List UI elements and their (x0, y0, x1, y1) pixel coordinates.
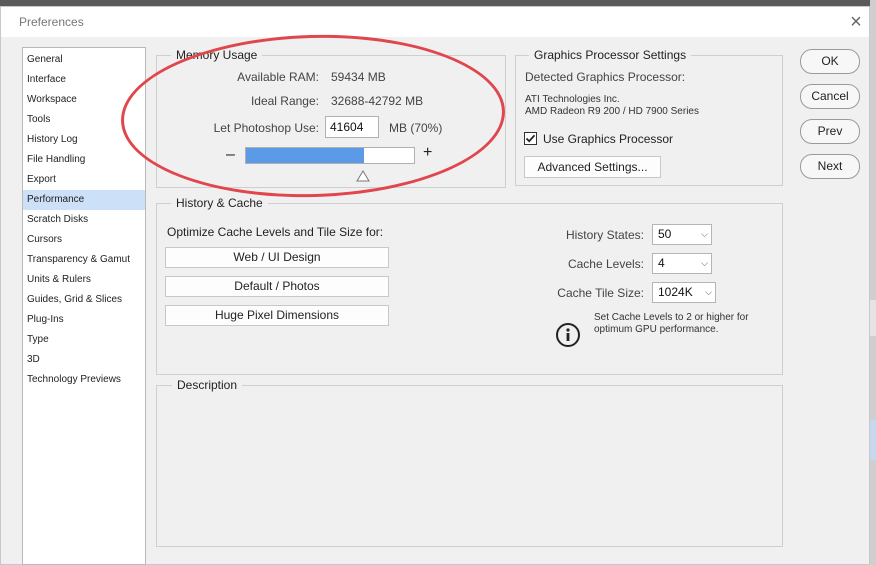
ok-button[interactable]: OK (800, 49, 860, 74)
nav-item-interface[interactable]: Interface (23, 70, 145, 90)
chevron-down-icon: ⌵ (705, 287, 712, 297)
next-button[interactable]: Next (800, 154, 860, 179)
cancel-button[interactable]: Cancel (800, 84, 860, 109)
photoshop-use-unit: MB (70%) (389, 121, 443, 135)
photoshop-use-input[interactable]: 41604 (325, 116, 379, 138)
cache-levels-label: Cache Levels: (567, 257, 644, 271)
history-states-label: History States: (565, 228, 644, 242)
decrease-ram-button[interactable]: – (226, 146, 235, 164)
preferences-dialog: Preferences × General Interface Workspac… (0, 6, 870, 565)
nav-item-export[interactable]: Export (23, 170, 145, 190)
gpu-vendor: ATI Technologies Inc. (525, 94, 620, 105)
cache-info-line-1: Set Cache Levels to 2 or higher for (594, 312, 749, 323)
photoshop-use-label: Let Photoshop Use: (213, 121, 319, 135)
nav-item-cursors[interactable]: Cursors (23, 230, 145, 250)
nav-item-general[interactable]: General (23, 50, 145, 70)
nav-item-performance[interactable]: Performance (23, 190, 145, 210)
cache-tile-size-select[interactable]: 1024K ⌵ (652, 282, 716, 303)
info-icon (556, 323, 580, 347)
ideal-range-value: 32688-42792 MB (331, 94, 424, 108)
chevron-down-icon: ⌵ (701, 258, 708, 268)
available-ram-label: Available RAM: (237, 70, 319, 84)
nav-item-transparency-gamut[interactable]: Transparency & Gamut (23, 250, 145, 270)
dialog-title: Preferences (19, 15, 84, 29)
nav-item-technology-previews[interactable]: Technology Previews (23, 370, 145, 390)
nav-item-3d[interactable]: 3D (23, 350, 145, 370)
background-window (870, 0, 876, 565)
available-ram-value: 59434 MB (331, 70, 386, 84)
ram-slider-fill (246, 148, 364, 163)
cache-levels-select[interactable]: 4 ⌵ (652, 253, 712, 274)
prev-button[interactable]: Prev (800, 119, 860, 144)
advanced-settings-button[interactable]: Advanced Settings... (524, 156, 661, 178)
cache-levels-value: 4 (658, 256, 665, 270)
gpu-model: AMD Radeon R9 200 / HD 7900 Series (525, 106, 699, 117)
description-group (156, 385, 783, 547)
increase-ram-button[interactable]: + (423, 144, 432, 162)
history-cache-legend: History & Cache (171, 196, 268, 210)
title-bar: Preferences × (1, 7, 869, 37)
nav-item-workspace[interactable]: Workspace (23, 90, 145, 110)
preset-web-ui-design-button[interactable]: Web / UI Design (165, 247, 389, 268)
nav-item-file-handling[interactable]: File Handling (23, 150, 145, 170)
nav-item-history-log[interactable]: History Log (23, 130, 145, 150)
preset-default-photos-button[interactable]: Default / Photos (165, 276, 389, 297)
nav-item-tools[interactable]: Tools (23, 110, 145, 130)
detected-gpu-label: Detected Graphics Processor: (525, 70, 686, 84)
ram-slider-thumb[interactable] (356, 170, 370, 182)
nav-item-guides-grid-slices[interactable]: Guides, Grid & Slices (23, 290, 145, 310)
ram-slider[interactable] (245, 147, 415, 164)
nav-item-type[interactable]: Type (23, 330, 145, 350)
ideal-range-label: Ideal Range: (250, 94, 319, 108)
history-states-value: 50 (658, 227, 672, 241)
cache-tile-size-label: Cache Tile Size: (557, 286, 644, 300)
nav-item-scratch-disks[interactable]: Scratch Disks (23, 210, 145, 230)
use-gpu-label[interactable]: Use Graphics Processor (543, 132, 673, 146)
close-icon[interactable]: × (844, 10, 868, 34)
optimize-label: Optimize Cache Levels and Tile Size for: (167, 225, 384, 239)
graphics-processor-legend: Graphics Processor Settings (529, 48, 692, 62)
nav-item-units-rulers[interactable]: Units & Rulers (23, 270, 145, 290)
cache-tile-size-value: 1024K (658, 285, 693, 299)
cache-info-line-2: optimum GPU performance. (594, 324, 719, 335)
memory-usage-legend: Memory Usage (171, 48, 263, 62)
preset-huge-pixel-dimensions-button[interactable]: Huge Pixel Dimensions (165, 305, 389, 326)
category-list: General Interface Workspace Tools Histor… (22, 47, 146, 565)
nav-item-plug-ins[interactable]: Plug-Ins (23, 310, 145, 330)
history-states-select[interactable]: 50 ⌵ (652, 224, 712, 245)
description-legend: Description (172, 378, 243, 392)
chevron-down-icon: ⌵ (701, 229, 708, 239)
use-gpu-checkbox[interactable] (524, 132, 537, 145)
